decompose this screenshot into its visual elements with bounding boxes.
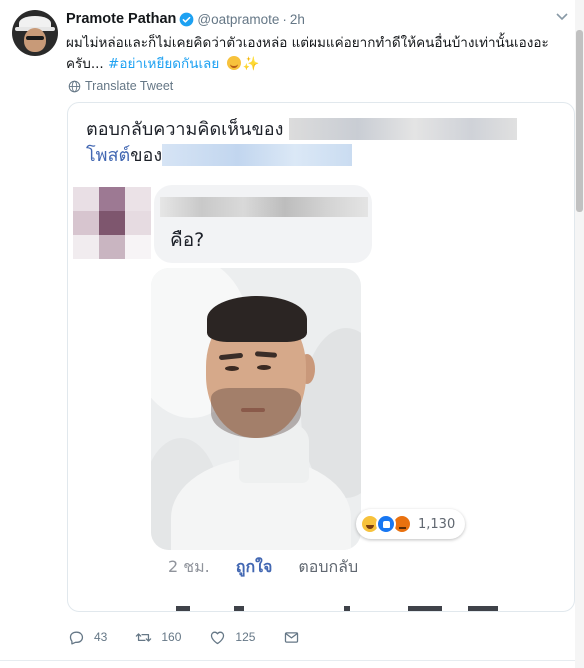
reply-link: ตอบกลับ	[298, 557, 359, 576]
comment-bubble: คือ?	[154, 185, 372, 263]
tweet-text-line-2: ครับ... #อย่าเหยียดกันเลย ✨	[66, 54, 566, 75]
post-of-text: ของ	[130, 145, 163, 166]
sparkles-emoji-icon: ✨	[242, 56, 260, 72]
reaction-count: 1,130	[418, 516, 456, 532]
tweet-text-continuation: ครับ...	[66, 56, 109, 72]
like-action[interactable]: 125	[209, 629, 255, 646]
retweet-action[interactable]: 160	[135, 629, 181, 646]
user-handle[interactable]: @oatpramote	[197, 12, 279, 27]
heading-line-1: ตอบกลับความคิดเห็นของ	[86, 117, 518, 143]
reply-count: 43	[94, 630, 108, 644]
like-count: 125	[235, 630, 256, 644]
screenshot-heading: ตอบกลับความคิดเห็นของ โพสต์ของ	[86, 117, 518, 169]
chevron-down-icon[interactable]	[556, 12, 568, 22]
retweet-count: 160	[161, 630, 182, 644]
display-name[interactable]: Pramote Pathan	[66, 11, 176, 27]
like-link: ถูกใจ	[235, 557, 273, 576]
post-link: โพสต์	[86, 145, 131, 166]
translate-label: Translate Tweet	[85, 79, 174, 93]
tweet-timestamp[interactable]: 2h	[290, 12, 305, 27]
blurred-commenter-name-shape	[160, 197, 368, 217]
face-shape	[24, 28, 46, 52]
tweet-text: ผมไม่หล่อและก็ไม่เคยคิดว่าตัวเองหล่อ แต่…	[66, 33, 566, 75]
avatar[interactable]	[12, 10, 58, 56]
cutoff-text-shape	[68, 603, 574, 611]
tweet-divider	[0, 660, 575, 661]
comment-photo	[151, 268, 361, 550]
tweet-header: Pramote Pathan @oatpramote · 2h	[66, 9, 305, 29]
heading-prefix: ตอบกลับความคิดเห็นของ	[86, 119, 284, 140]
globe-icon	[68, 80, 81, 92]
direct-message-action[interactable]	[283, 629, 309, 646]
translate-tweet-link[interactable]: Translate Tweet	[68, 79, 173, 93]
commenter-avatar-pixelated	[73, 187, 151, 259]
envelope-icon	[285, 631, 299, 643]
reactions-summary: 1,130	[356, 509, 466, 539]
smiling-face-emoji-icon	[226, 56, 241, 70]
separator-dot: ·	[282, 11, 287, 27]
heading-line-2: โพสต์ของ	[86, 143, 517, 169]
retweet-icon	[136, 632, 152, 642]
reply-action[interactable]: 43	[68, 629, 107, 646]
scrollbar-thumb[interactable]	[576, 30, 583, 212]
tweet-actions: 43 160 125	[68, 626, 337, 648]
reply-icon	[69, 631, 84, 645]
tweet-text-line-1: ผมไม่หล่อและก็ไม่เคยคิดว่าตัวเองหล่อ แต่…	[66, 35, 549, 51]
blurred-name-shape	[289, 118, 518, 140]
heart-icon	[211, 631, 225, 644]
hashtag-link[interactable]: #อย่าเหยียดกันเลย	[108, 56, 219, 72]
tweet: Pramote Pathan @oatpramote · 2h ผมไม่หล่…	[0, 0, 584, 668]
comment-text: คือ?	[170, 229, 205, 251]
scrollbar[interactable]	[575, 0, 584, 668]
comment-meta: 2 ชม. ถูกใจ ตอบกลับ	[168, 555, 358, 580]
like-reaction-icon	[376, 514, 396, 534]
blurred-page-name-shape	[162, 144, 353, 166]
verified-badge-icon	[180, 12, 194, 26]
comment-time: 2 ชม.	[168, 557, 210, 576]
glasses-shape	[26, 36, 44, 40]
attached-screenshot[interactable]: ตอบกลับความคิดเห็นของ โพสต์ของ คือ? 1,13…	[67, 102, 575, 612]
